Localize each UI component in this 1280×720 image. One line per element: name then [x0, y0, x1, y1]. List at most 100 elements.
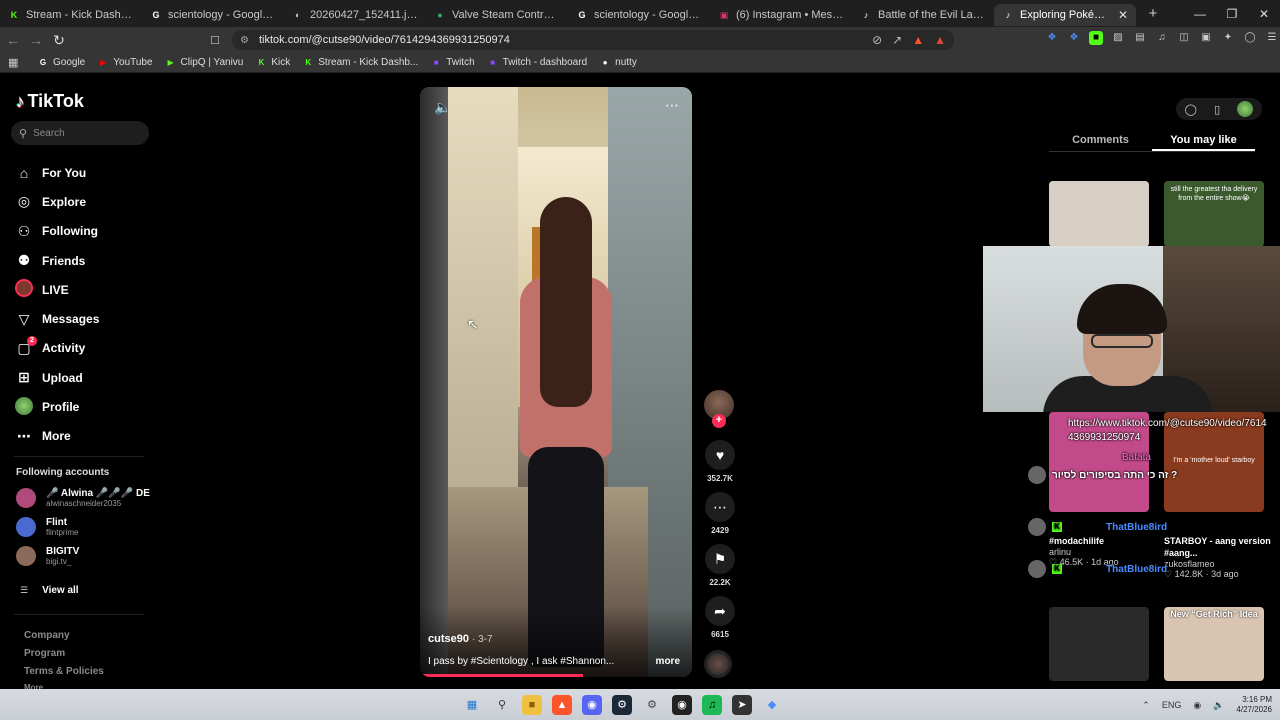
settings-icon[interactable]: ⚙ — [642, 695, 662, 715]
sidebar-item-explore[interactable]: ◎ Explore — [14, 187, 99, 216]
extension-icon[interactable]: ❖ — [1045, 31, 1059, 45]
comment-action[interactable]: ⋯ 2429 — [700, 492, 740, 535]
sidebar-item-activity[interactable]: ▢ 2 Activity — [14, 334, 99, 363]
sidebar-item-profile[interactable]: Profile — [14, 392, 99, 421]
bookmark-item[interactable]: ▶ ClipQ | Yanivu — [166, 57, 243, 68]
browser-tab[interactable]: ♪ Exploring Pokémon Fa ✕ — [994, 4, 1136, 26]
browser-tab[interactable]: ● Valve Steam Controller Arrives — [426, 4, 568, 26]
following-account[interactable]: Flint flintprime — [16, 517, 78, 537]
file-explorer-icon[interactable]: ■ — [522, 695, 542, 715]
footer-link[interactable]: Company — [24, 627, 104, 645]
close-window-button[interactable]: ✕ — [1248, 7, 1280, 21]
video-author[interactable]: cutse90 · 3-7 — [428, 633, 493, 645]
bookmark-item[interactable]: ■ Twitch - dashboard — [488, 57, 587, 68]
sidebar-item-messages[interactable]: ▽ Messages — [14, 304, 100, 333]
view-all-button[interactable]: ☰ View all — [20, 585, 79, 596]
video-progress-bar[interactable] — [420, 674, 584, 677]
wallet-icon[interactable]: ▣ — [1199, 31, 1213, 45]
puzzle-icon[interactable]: ▨ — [1111, 31, 1125, 45]
bookmark-icon[interactable]: □ — [211, 32, 219, 47]
bookmark-item[interactable]: ● nutty — [600, 57, 637, 68]
following-account[interactable]: 🎤 Alwina 🎤🎤🎤 DE alwinaschneider2035 — [16, 488, 150, 508]
heart-icon[interactable]: ♥ — [705, 440, 735, 470]
brave-browser-icon[interactable]: ▲ — [552, 695, 572, 715]
new-tab-button[interactable]: + — [1142, 5, 1164, 22]
suggested-video-thumbnail[interactable] — [1049, 607, 1149, 681]
browser-tab[interactable]: ◐ 20260427_152411.jpg (697×8 — [284, 4, 426, 26]
tab-comments[interactable]: Comments — [1049, 128, 1152, 151]
suggested-video-thumbnail[interactable]: New “Get Rich” Idea — [1164, 607, 1264, 681]
clock[interactable]: 3:16 PM 4/27/2026 — [1236, 695, 1272, 715]
sidebar-item-more[interactable]: ⋯ More — [14, 422, 99, 451]
reading-list-icon[interactable]: ▤ — [1133, 31, 1147, 45]
bookmark-item[interactable]: K Stream - Kick Dashb... — [303, 57, 418, 68]
browser-tab[interactable]: ♪ Battle of the Evil Laughs: Whic — [852, 4, 994, 26]
browser-tab[interactable]: Gscientology - Google Search — [142, 4, 284, 26]
sidebar-item-friends[interactable]: ⚉ Friends — [14, 246, 99, 275]
brave-shield-icon[interactable]: ▲ — [912, 33, 924, 47]
wifi-icon[interactable]: ◉ — [1193, 700, 1201, 711]
chevron-up-icon[interactable]: ⌃ — [1142, 700, 1150, 711]
vpn-icon[interactable]: ◯ — [1243, 31, 1257, 45]
browser-tab[interactable]: K Stream - Kick Dashboard — [0, 4, 142, 26]
forward-icon[interactable]: → — [26, 32, 46, 48]
bookmark-icon[interactable]: ⚑ — [705, 544, 735, 574]
share-icon[interactable]: ➦ — [705, 596, 735, 626]
obs-icon[interactable]: ◉ — [672, 695, 692, 715]
music-disc-icon[interactable] — [704, 650, 732, 678]
reload-icon[interactable]: ↻ — [49, 32, 69, 49]
sidebar-item-following[interactable]: ⚇ Following — [14, 217, 99, 246]
suggested-video-thumbnail[interactable] — [1049, 181, 1149, 247]
apps-grid-icon[interactable]: ▦ — [8, 56, 24, 69]
start-menu-icon[interactable]: ▦ — [462, 695, 482, 715]
site-info-icon[interactable]: ⚙ — [240, 35, 249, 46]
leo-ai-icon[interactable]: ✦ — [1221, 31, 1235, 45]
more-button[interactable]: more — [656, 656, 680, 667]
sidebar-icon[interactable]: ◫ — [1177, 31, 1191, 45]
bookmark-item[interactable]: ▶ YouTube — [98, 57, 152, 68]
following-account[interactable]: BIGITV bigi.tv_ — [16, 546, 79, 566]
video-player[interactable]: 🔈 ⋯ cutse90 · 3-7 I pass by #Scientology… — [420, 87, 692, 677]
mute-tab-icon[interactable]: ⊘ — [872, 33, 882, 47]
brave-rewards-icon[interactable]: ▲ — [934, 33, 946, 47]
share-action[interactable]: ➦ 6615 — [700, 596, 740, 639]
share-icon[interactable]: ↗ — [892, 33, 902, 47]
like-action[interactable]: ♥ 352.7K — [700, 440, 740, 483]
volume-icon[interactable]: 🔈 — [1213, 700, 1224, 711]
media-icon[interactable]: ♫ — [1155, 31, 1169, 45]
bookmark-item[interactable]: K Kick — [256, 57, 290, 68]
spotify-icon[interactable]: ♫ — [702, 695, 722, 715]
language-indicator[interactable]: ENG — [1162, 700, 1182, 710]
steam-icon[interactable]: ⚙ — [612, 695, 632, 715]
bookmark-item[interactable]: ■ Twitch — [431, 57, 475, 68]
search-icon[interactable]: ⚲ — [492, 695, 512, 715]
footer-link[interactable]: Terms & Policies — [24, 663, 104, 681]
device-icon[interactable]: ▯ — [1214, 103, 1220, 116]
extension-icon[interactable]: ❖ — [1067, 31, 1081, 45]
tab-you-may-like[interactable]: You may like — [1152, 128, 1255, 151]
suggested-video-thumbnail[interactable]: still the greatest tha delivery from the… — [1164, 181, 1264, 247]
tiktok-logo[interactable]: ♪ TikTok — [16, 91, 84, 112]
minimize-button[interactable]: — — [1184, 7, 1216, 21]
back-icon[interactable]: ← — [3, 32, 23, 48]
url-field[interactable]: ⚙ tiktok.com/@cutse90/video/761429436993… — [232, 30, 954, 50]
close-tab-icon[interactable]: ✕ — [1118, 8, 1128, 22]
extension-icon[interactable]: ■ — [1089, 31, 1103, 45]
maximize-button[interactable]: ❐ — [1216, 7, 1248, 21]
volume-icon[interactable]: 🔈 — [434, 99, 451, 116]
app-icon[interactable]: ➤ — [732, 695, 752, 715]
compass-icon[interactable]: ◯ — [1185, 103, 1197, 116]
comment-icon[interactable]: ⋯ — [705, 492, 735, 522]
footer-link[interactable]: Program — [24, 645, 104, 663]
video-options-icon[interactable]: ⋯ — [665, 97, 680, 114]
sidebar-item-for-you[interactable]: ⌂ For You — [14, 158, 99, 187]
app-icon[interactable]: ◆ — [762, 695, 782, 715]
save-action[interactable]: ⚑ 22.2K — [700, 544, 740, 587]
sidebar-item-live[interactable]: LIVE — [14, 275, 99, 304]
search-input[interactable]: ⚲ Search — [11, 121, 149, 145]
browser-tab[interactable]: Gscientology - Google Search — [568, 4, 710, 26]
menu-icon[interactable]: ☰ — [1265, 31, 1279, 45]
bookmark-item[interactable]: G Google — [38, 57, 85, 68]
sidebar-item-upload[interactable]: ⊞ Upload — [14, 363, 99, 392]
follow-button[interactable]: + — [712, 414, 726, 428]
